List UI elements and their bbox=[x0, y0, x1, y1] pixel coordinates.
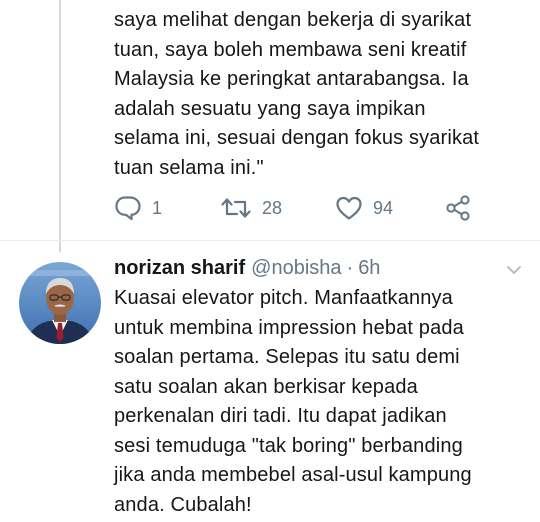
retweet-count: 28 bbox=[262, 197, 283, 218]
tweet-text-line: soalan pertama. Selepas itu satu demi bbox=[114, 346, 460, 368]
retweet-icon bbox=[220, 195, 252, 221]
like-button[interactable]: 94 bbox=[335, 193, 393, 223]
tweet-divider bbox=[0, 240, 540, 241]
chevron-down-icon bbox=[506, 265, 522, 282]
tweet-text-line: Kuasai elevator pitch. Manfaatkannya bbox=[114, 287, 453, 309]
tweet-text-line: tuan, saya boleh membawa seni kreatif bbox=[114, 38, 467, 61]
tweet-text-line: adalah sesuatu yang saya impikan bbox=[114, 97, 426, 120]
tweet-menu-button[interactable] bbox=[506, 262, 522, 278]
tweet-text-line: satu soalan akan berkisar kepada bbox=[114, 375, 418, 398]
author-avatar[interactable] bbox=[19, 262, 101, 344]
tweet-text-line: Malaysia ke peringkat antarabangsa. Ia bbox=[114, 68, 469, 90]
previous-tweet-body: saya melihat dengan bekerja di syarikat … bbox=[114, 6, 534, 183]
share-icon bbox=[444, 194, 472, 222]
thread-connector-line bbox=[59, 0, 61, 252]
reply-tweet-body: Kuasai elevator pitch. Manfaatkannya unt… bbox=[114, 284, 534, 520]
tweet-text-line: untuk membina impression hebat pada bbox=[114, 316, 464, 339]
reply-count: 1 bbox=[152, 197, 163, 218]
tweet-text-line: selama ini, sesuai dengan fokus syarikat bbox=[114, 127, 480, 149]
reply-icon bbox=[114, 195, 142, 221]
author-name[interactable]: norizan sharif bbox=[114, 257, 245, 280]
heart-icon bbox=[335, 195, 363, 221]
retweet-button[interactable]: 28 bbox=[220, 193, 282, 223]
author-handle[interactable]: @nobisha bbox=[251, 257, 341, 280]
share-button[interactable] bbox=[444, 193, 472, 223]
tweet-text-line: perkenalan diri tadi. Itu dapat jadikan bbox=[114, 405, 447, 427]
header-separator: · bbox=[346, 256, 354, 279]
tweet-text-line: sesi temuduga "tak boring" berbanding bbox=[114, 434, 463, 457]
tweet-action-bar: 1 28 94 bbox=[114, 193, 534, 223]
reply-button[interactable]: 1 bbox=[114, 193, 162, 223]
tweet-text-line: saya melihat dengan bekerja di syarikat bbox=[114, 9, 472, 31]
tweet-text-line: jika anda membebel asal-usul kampung bbox=[114, 464, 472, 486]
tweet-text-line: tuan selama ini." bbox=[114, 156, 264, 179]
reply-tweet-header: norizan sharif @nobisha · 6h bbox=[114, 253, 534, 283]
like-count: 94 bbox=[373, 197, 394, 218]
tweet-timestamp[interactable]: 6h bbox=[358, 257, 380, 280]
tweet-text-line: anda. Cubalah! bbox=[114, 493, 252, 516]
